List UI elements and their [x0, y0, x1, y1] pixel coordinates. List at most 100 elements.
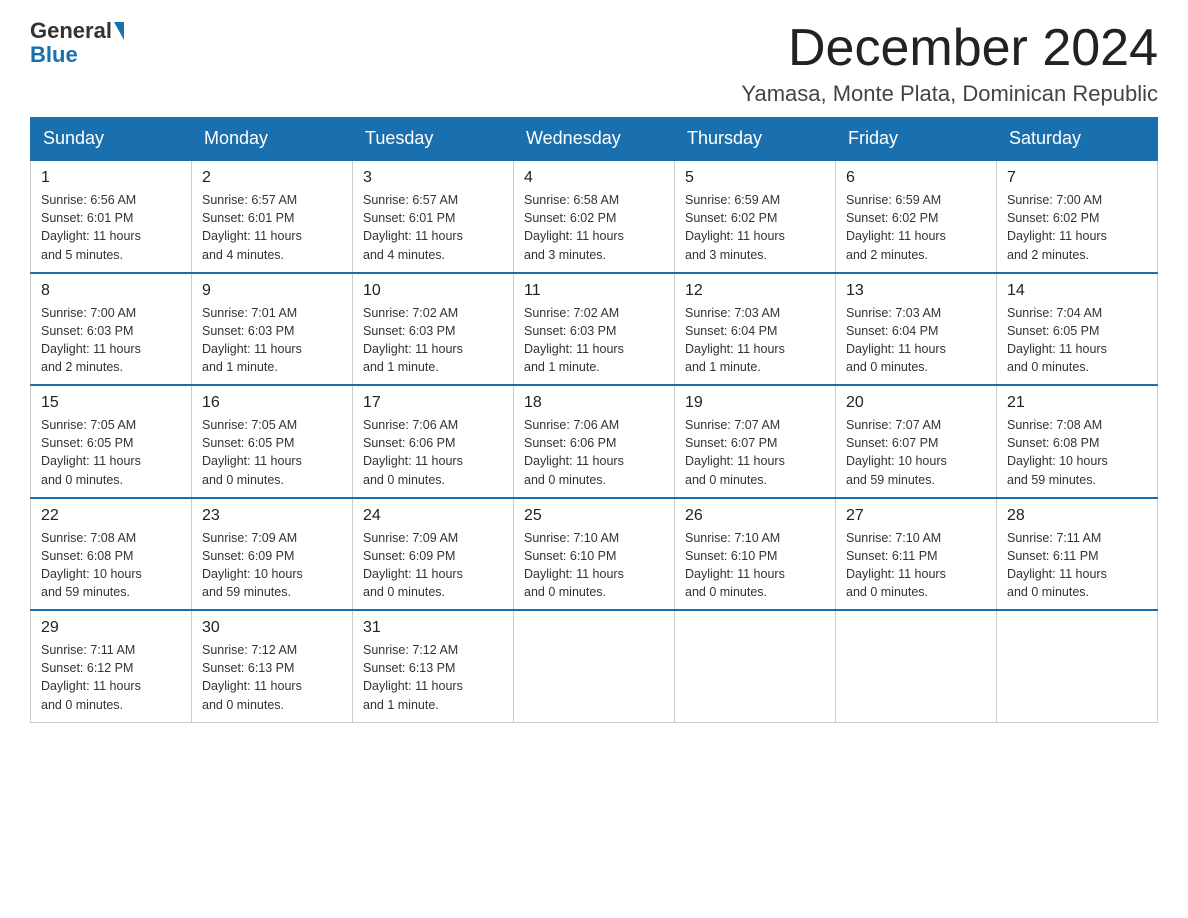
- calendar-cell: 12 Sunrise: 7:03 AM Sunset: 6:04 PM Dayli…: [675, 273, 836, 386]
- day-info: Sunrise: 6:57 AM Sunset: 6:01 PM Dayligh…: [363, 191, 503, 264]
- calendar-cell: 9 Sunrise: 7:01 AM Sunset: 6:03 PM Daylig…: [192, 273, 353, 386]
- day-info: Sunrise: 7:08 AM Sunset: 6:08 PM Dayligh…: [41, 529, 181, 602]
- calendar-cell: 4 Sunrise: 6:58 AM Sunset: 6:02 PM Daylig…: [514, 160, 675, 273]
- calendar-cell: 26 Sunrise: 7:10 AM Sunset: 6:10 PM Dayli…: [675, 498, 836, 611]
- weekday-header-monday: Monday: [192, 118, 353, 161]
- day-info: Sunrise: 7:05 AM Sunset: 6:05 PM Dayligh…: [202, 416, 342, 489]
- day-number: 26: [685, 507, 825, 525]
- day-info: Sunrise: 7:03 AM Sunset: 6:04 PM Dayligh…: [846, 304, 986, 377]
- day-info: Sunrise: 7:06 AM Sunset: 6:06 PM Dayligh…: [524, 416, 664, 489]
- day-number: 6: [846, 169, 986, 187]
- calendar-cell: 22 Sunrise: 7:08 AM Sunset: 6:08 PM Dayli…: [31, 498, 192, 611]
- day-info: Sunrise: 7:00 AM Sunset: 6:02 PM Dayligh…: [1007, 191, 1147, 264]
- weekday-header-thursday: Thursday: [675, 118, 836, 161]
- title-block: December 2024 Yamasa, Monte Plata, Domin…: [741, 20, 1158, 107]
- calendar-table: SundayMondayTuesdayWednesdayThursdayFrid…: [30, 117, 1158, 723]
- day-info: Sunrise: 7:07 AM Sunset: 6:07 PM Dayligh…: [846, 416, 986, 489]
- day-number: 19: [685, 394, 825, 412]
- day-info: Sunrise: 7:01 AM Sunset: 6:03 PM Dayligh…: [202, 304, 342, 377]
- calendar-week-row: 22 Sunrise: 7:08 AM Sunset: 6:08 PM Dayli…: [31, 498, 1158, 611]
- day-info: Sunrise: 7:10 AM Sunset: 6:10 PM Dayligh…: [685, 529, 825, 602]
- day-number: 22: [41, 507, 181, 525]
- day-info: Sunrise: 6:57 AM Sunset: 6:01 PM Dayligh…: [202, 191, 342, 264]
- calendar-cell: 20Sunrise: 7:07 AM Sunset: 6:07 PM Dayli…: [836, 385, 997, 498]
- weekday-header-saturday: Saturday: [997, 118, 1158, 161]
- day-info: Sunrise: 7:04 AM Sunset: 6:05 PM Dayligh…: [1007, 304, 1147, 377]
- calendar-week-row: 15 Sunrise: 7:05 AM Sunset: 6:05 PM Dayli…: [31, 385, 1158, 498]
- weekday-header-tuesday: Tuesday: [353, 118, 514, 161]
- calendar-cell: 31Sunrise: 7:12 AM Sunset: 6:13 PM Dayli…: [353, 610, 514, 722]
- calendar-cell: 27 Sunrise: 7:10 AM Sunset: 6:11 PM Dayli…: [836, 498, 997, 611]
- weekday-header-sunday: Sunday: [31, 118, 192, 161]
- day-info: Sunrise: 7:10 AM Sunset: 6:10 PM Dayligh…: [524, 529, 664, 602]
- day-info: Sunrise: 7:07 AM Sunset: 6:07 PM Dayligh…: [685, 416, 825, 489]
- day-info: Sunrise: 6:59 AM Sunset: 6:02 PM Dayligh…: [846, 191, 986, 264]
- calendar-cell: [675, 610, 836, 722]
- day-info: Sunrise: 7:10 AM Sunset: 6:11 PM Dayligh…: [846, 529, 986, 602]
- calendar-cell: 3Sunrise: 6:57 AM Sunset: 6:01 PM Daylig…: [353, 160, 514, 273]
- calendar-cell: [997, 610, 1158, 722]
- day-number: 30: [202, 619, 342, 637]
- day-number: 18: [524, 394, 664, 412]
- day-number: 16: [202, 394, 342, 412]
- day-info: Sunrise: 7:05 AM Sunset: 6:05 PM Dayligh…: [41, 416, 181, 489]
- calendar-cell: 6 Sunrise: 6:59 AM Sunset: 6:02 PM Daylig…: [836, 160, 997, 273]
- month-title: December 2024: [741, 20, 1158, 77]
- day-info: Sunrise: 6:56 AM Sunset: 6:01 PM Dayligh…: [41, 191, 181, 264]
- day-number: 11: [524, 282, 664, 300]
- weekday-header-row: SundayMondayTuesdayWednesdayThursdayFrid…: [31, 118, 1158, 161]
- day-number: 7: [1007, 169, 1147, 187]
- day-number: 2: [202, 169, 342, 187]
- calendar-cell: 11 Sunrise: 7:02 AM Sunset: 6:03 PM Dayli…: [514, 273, 675, 386]
- day-info: Sunrise: 7:02 AM Sunset: 6:03 PM Dayligh…: [524, 304, 664, 377]
- day-info: Sunrise: 7:06 AM Sunset: 6:06 PM Dayligh…: [363, 416, 503, 489]
- calendar-cell: 28 Sunrise: 7:11 AM Sunset: 6:11 PM Dayli…: [997, 498, 1158, 611]
- day-info: Sunrise: 7:03 AM Sunset: 6:04 PM Dayligh…: [685, 304, 825, 377]
- weekday-header-wednesday: Wednesday: [514, 118, 675, 161]
- day-number: 15: [41, 394, 181, 412]
- calendar-cell: 10Sunrise: 7:02 AM Sunset: 6:03 PM Dayli…: [353, 273, 514, 386]
- calendar-cell: 17 Sunrise: 7:06 AM Sunset: 6:06 PM Dayli…: [353, 385, 514, 498]
- calendar-cell: 21 Sunrise: 7:08 AM Sunset: 6:08 PM Dayli…: [997, 385, 1158, 498]
- calendar-cell: [836, 610, 997, 722]
- day-number: 29: [41, 619, 181, 637]
- calendar-week-row: 29Sunrise: 7:11 AM Sunset: 6:12 PM Dayli…: [31, 610, 1158, 722]
- day-number: 1: [41, 169, 181, 187]
- day-number: 25: [524, 507, 664, 525]
- day-info: Sunrise: 6:59 AM Sunset: 6:02 PM Dayligh…: [685, 191, 825, 264]
- day-info: Sunrise: 7:09 AM Sunset: 6:09 PM Dayligh…: [202, 529, 342, 602]
- day-number: 17: [363, 394, 503, 412]
- day-info: Sunrise: 7:08 AM Sunset: 6:08 PM Dayligh…: [1007, 416, 1147, 489]
- calendar-cell: 2 Sunrise: 6:57 AM Sunset: 6:01 PM Daylig…: [192, 160, 353, 273]
- day-number: 9: [202, 282, 342, 300]
- day-number: 23: [202, 507, 342, 525]
- day-number: 8: [41, 282, 181, 300]
- logo: General Blue: [30, 20, 124, 68]
- calendar-cell: 8Sunrise: 7:00 AM Sunset: 6:03 PM Daylig…: [31, 273, 192, 386]
- calendar-cell: 16 Sunrise: 7:05 AM Sunset: 6:05 PM Dayli…: [192, 385, 353, 498]
- calendar-cell: 23 Sunrise: 7:09 AM Sunset: 6:09 PM Dayli…: [192, 498, 353, 611]
- day-number: 27: [846, 507, 986, 525]
- location-title: Yamasa, Monte Plata, Dominican Republic: [741, 81, 1158, 107]
- calendar-cell: 13 Sunrise: 7:03 AM Sunset: 6:04 PM Dayli…: [836, 273, 997, 386]
- day-number: 4: [524, 169, 664, 187]
- day-number: 13: [846, 282, 986, 300]
- calendar-cell: 14 Sunrise: 7:04 AM Sunset: 6:05 PM Dayli…: [997, 273, 1158, 386]
- day-number: 14: [1007, 282, 1147, 300]
- day-number: 24: [363, 507, 503, 525]
- day-number: 12: [685, 282, 825, 300]
- day-number: 28: [1007, 507, 1147, 525]
- calendar-cell: 24 Sunrise: 7:09 AM Sunset: 6:09 PM Dayli…: [353, 498, 514, 611]
- day-info: Sunrise: 7:11 AM Sunset: 6:11 PM Dayligh…: [1007, 529, 1147, 602]
- calendar-cell: 5Sunrise: 6:59 AM Sunset: 6:02 PM Daylig…: [675, 160, 836, 273]
- day-number: 10: [363, 282, 503, 300]
- day-info: Sunrise: 7:12 AM Sunset: 6:13 PM Dayligh…: [363, 641, 503, 714]
- day-number: 21: [1007, 394, 1147, 412]
- logo-general-text: General: [30, 20, 112, 42]
- page-header: General Blue December 2024 Yamasa, Monte…: [30, 20, 1158, 107]
- calendar-cell: 30Sunrise: 7:12 AM Sunset: 6:13 PM Dayli…: [192, 610, 353, 722]
- calendar-cell: 19 Sunrise: 7:07 AM Sunset: 6:07 PM Dayli…: [675, 385, 836, 498]
- day-info: Sunrise: 6:58 AM Sunset: 6:02 PM Dayligh…: [524, 191, 664, 264]
- calendar-cell: [514, 610, 675, 722]
- day-info: Sunrise: 7:09 AM Sunset: 6:09 PM Dayligh…: [363, 529, 503, 602]
